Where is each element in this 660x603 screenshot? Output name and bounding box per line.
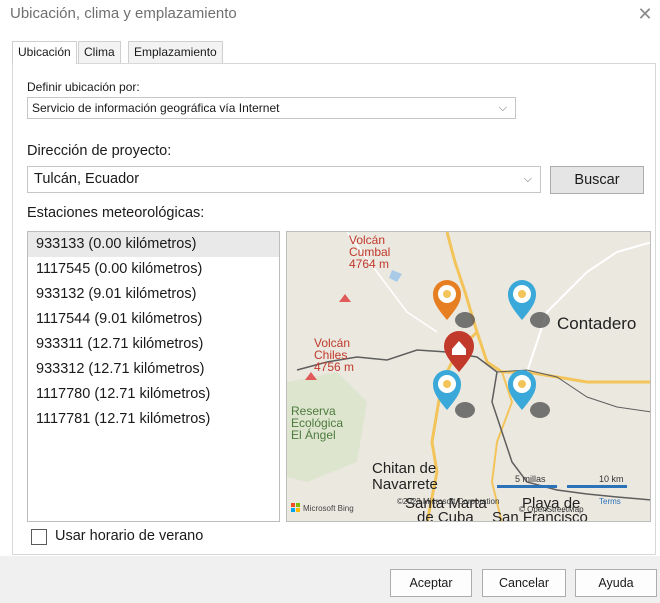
- scale-km-label: 10 km: [599, 474, 624, 484]
- map-label: de Cuba: [417, 509, 474, 522]
- map-label: Navarrete: [372, 476, 438, 493]
- station-item[interactable]: 933312 (12.71 kilómetros): [28, 357, 279, 382]
- tab-ubicacion[interactable]: Ubicación: [12, 41, 77, 64]
- project-address-value: Tulcán, Ecuador: [34, 171, 140, 187]
- define-location-select[interactable]: Servicio de información geográfica vía I…: [27, 97, 516, 119]
- station-item[interactable]: 933133 (0.00 kilómetros): [28, 232, 279, 257]
- copyright-text: ©2023 Microsoft Corporation: [397, 497, 499, 506]
- map-label: Contadero: [557, 314, 636, 333]
- station-item[interactable]: 1117544 (9.01 kilómetros): [28, 307, 279, 332]
- map-label: 4764 m: [349, 257, 389, 271]
- cancel-button[interactable]: Cancelar: [482, 569, 566, 597]
- terms-link[interactable]: Terms: [599, 497, 621, 506]
- map-label: El Ángel: [291, 427, 336, 442]
- scale-bar: [497, 485, 557, 488]
- help-button[interactable]: Ayuda: [575, 569, 657, 597]
- tab-clima[interactable]: Clima: [78, 41, 121, 63]
- map-label: Chitan de: [372, 460, 436, 477]
- map-label: 4756 m: [314, 360, 354, 374]
- stations-list[interactable]: 933133 (0.00 kilómetros) 1117545 (0.00 k…: [27, 231, 280, 522]
- station-item[interactable]: 1117545 (0.00 kilómetros): [28, 257, 279, 282]
- station-item[interactable]: 1117780 (12.71 kilómetros): [28, 382, 279, 407]
- station-item[interactable]: 1117781 (12.71 kilómetros): [28, 407, 279, 432]
- daylight-saving-label: Usar horario de verano: [55, 528, 204, 544]
- station-item[interactable]: 933311 (12.71 kilómetros): [28, 332, 279, 357]
- stations-label: Estaciones meteorológicas:: [27, 205, 205, 221]
- ok-button[interactable]: Aceptar: [390, 569, 472, 597]
- tab-emplazamiento[interactable]: Emplazamiento: [128, 41, 223, 63]
- define-location-label: Definir ubicación por:: [27, 80, 140, 94]
- station-item[interactable]: 933132 (9.01 kilómetros): [28, 282, 279, 307]
- window-title: Ubicación, clima y emplazamiento: [10, 5, 237, 22]
- chevron-down-icon: ⌵: [498, 102, 507, 114]
- project-address-combo[interactable]: Tulcán, Ecuador ⌵: [27, 166, 541, 193]
- osm-text: © OpenStreetMap: [519, 505, 584, 514]
- scale-bar: [567, 485, 627, 488]
- bing-text: Microsoft Bing: [303, 504, 354, 513]
- title-bar: Ubicación, clima y emplazamiento ✕: [0, 0, 660, 32]
- weather-station-map[interactable]: Volcán Cumbal 4764 m Volcán Chiles 4756 …: [286, 231, 651, 522]
- chevron-down-icon: ⌵: [523, 173, 532, 185]
- search-button[interactable]: Buscar: [550, 166, 644, 194]
- scale-miles-label: 5 millas: [515, 474, 546, 484]
- project-address-label: Dirección de proyecto:: [27, 143, 172, 159]
- close-icon[interactable]: ✕: [635, 3, 655, 25]
- daylight-saving-checkbox[interactable]: [31, 529, 47, 545]
- define-location-value: Servicio de información geográfica vía I…: [32, 101, 280, 115]
